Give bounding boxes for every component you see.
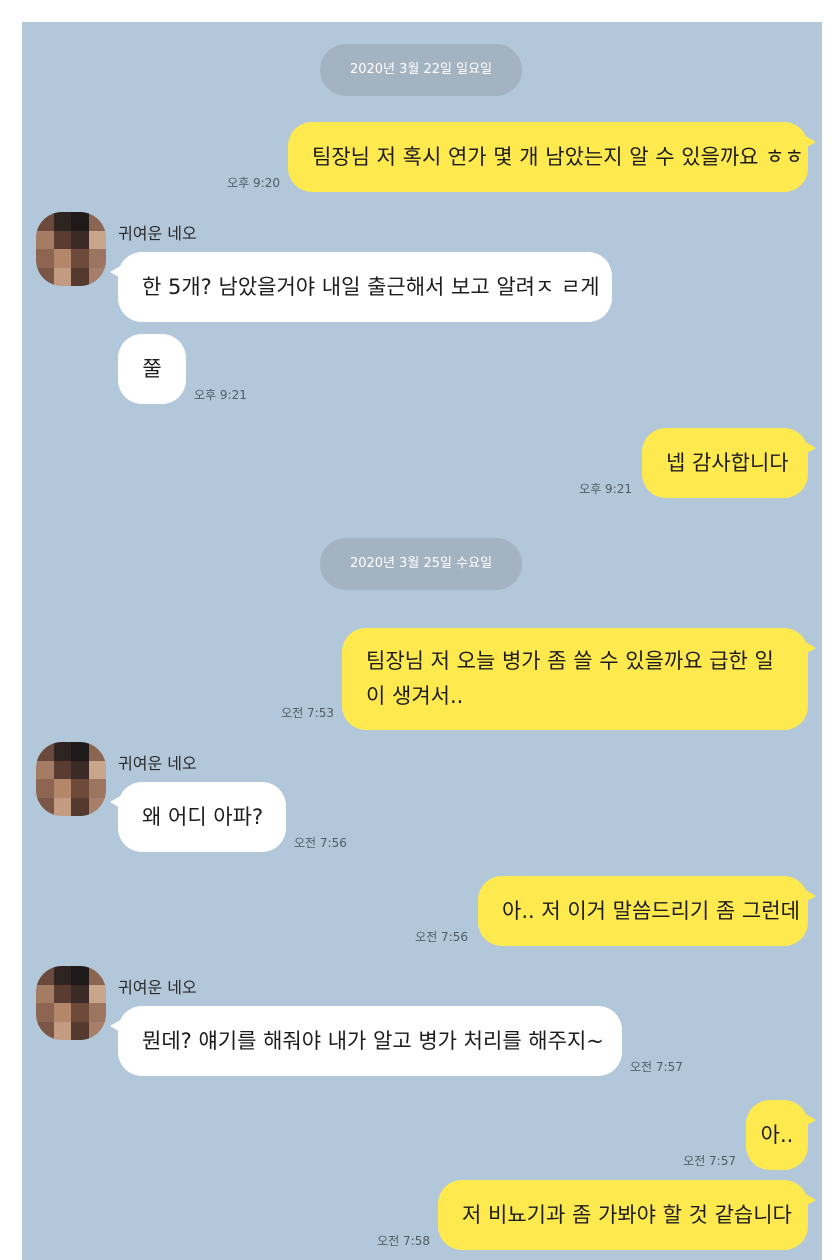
message-time: 오후 9:21 xyxy=(579,482,632,496)
sender-name: 귀여운 네오 xyxy=(118,224,197,243)
sender-name: 귀여운 네오 xyxy=(118,754,197,773)
message-time: 오전 7:57 xyxy=(683,1154,736,1168)
message-bubble-sent[interactable]: 팀장님 저 혹시 연가 몇 개 남았는지 알 수 있을까요 ㅎㅎ xyxy=(288,122,816,192)
avatar[interactable] xyxy=(36,212,106,286)
date-separator: 2020년 3월 22일 일요일 xyxy=(320,44,522,96)
message-bubble-received[interactable]: 한 5개? 남았을거야 내일 출근해서 보고 알려ㅈ ㄹ게 xyxy=(110,252,612,322)
chat-area[interactable]: 2020년 3월 22일 일요일 오후 9:20 팀장님 저 혹시 연가 몇 개… xyxy=(22,22,822,1260)
avatar[interactable] xyxy=(36,742,106,816)
message-bubble-sent[interactable]: 저 비뇨기과 좀 가봐야 할 것 같습니다 xyxy=(438,1180,816,1250)
message-bubble-sent[interactable]: 아.. 저 이거 말씀드리기 좀 그런데 xyxy=(478,876,816,946)
message-bubble-sent[interactable]: 넵 감사합니다 xyxy=(642,428,816,498)
message-time: 오전 7:58 xyxy=(377,1234,430,1248)
sender-name: 귀여운 네오 xyxy=(118,978,197,997)
date-separator: 2020년 3월 25일 수요일 xyxy=(320,538,522,590)
message-bubble-received[interactable]: 왜 어디 아파? xyxy=(110,782,286,852)
message-bubble-received[interactable]: 쭐 xyxy=(118,334,186,404)
message-time: 오전 7:56 xyxy=(294,836,347,850)
message-time: 오전 7:53 xyxy=(281,706,334,720)
message-time: 오전 7:56 xyxy=(415,930,468,944)
message-time: 오후 9:20 xyxy=(227,176,280,190)
avatar[interactable] xyxy=(36,966,106,1040)
message-time: 오전 7:57 xyxy=(630,1060,683,1074)
message-bubble-sent[interactable]: 팀장님 저 오늘 병가 좀 쓸 수 있을까요 급한 일이 생겨서.. xyxy=(342,628,816,730)
message-bubble-received[interactable]: 뭔데? 얘기를 해줘야 내가 알고 병가 처리를 해주지~ xyxy=(110,1006,622,1076)
message-time: 오후 9:21 xyxy=(194,388,247,402)
message-bubble-sent[interactable]: 아.. xyxy=(746,1100,816,1170)
